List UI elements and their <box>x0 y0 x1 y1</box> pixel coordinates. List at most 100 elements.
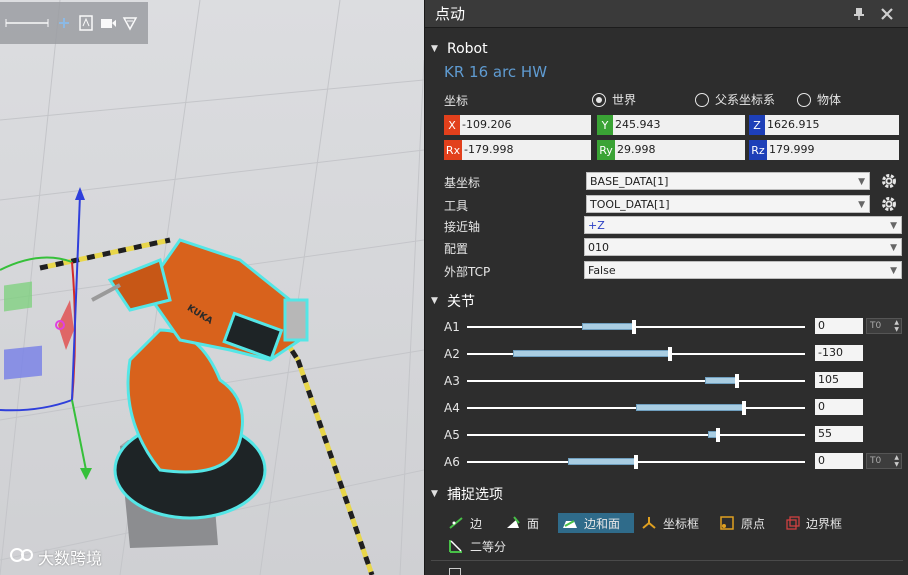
joint-slider-range <box>581 323 635 330</box>
snap-origin[interactable]: 原点 <box>715 513 769 533</box>
collapse-caret-icon: ▼ <box>431 296 438 306</box>
joint-slider-thumb[interactable] <box>667 347 672 361</box>
robot-model-name: KR 16 arc HW <box>444 63 548 81</box>
joint-slider-track[interactable] <box>467 380 805 382</box>
joint-slider-thumb[interactable] <box>735 374 740 388</box>
bounding-box-icon <box>784 515 800 531</box>
base-frame-select[interactable]: BASE_DATA[1] ▼ <box>586 172 870 190</box>
rz-field[interactable]: Rz 179.999 <box>749 140 899 160</box>
joint-label: A1 <box>444 320 460 334</box>
render-icon[interactable] <box>122 15 138 31</box>
snap-frame-label: 坐标框 <box>663 516 700 531</box>
joint-slider-thumb[interactable] <box>634 455 638 469</box>
approach-axis-select[interactable]: +Z ▼ <box>584 216 902 234</box>
snap-bounding-box[interactable]: 边界框 <box>780 513 846 533</box>
joint-slider-range <box>568 458 636 465</box>
joint-label: A5 <box>444 428 460 442</box>
viewport-toolbar <box>0 2 148 44</box>
close-icon[interactable] <box>876 3 898 25</box>
joint-slider-range <box>705 377 738 384</box>
joint-value-input[interactable]: 55 <box>815 426 863 442</box>
joint-slider-thumb[interactable] <box>632 320 637 334</box>
joint-value-input[interactable]: 105 <box>815 372 863 388</box>
z-value: 1626.915 <box>765 115 899 135</box>
joint-spin-label: T0 <box>870 321 882 331</box>
base-gear-icon[interactable] <box>879 171 899 191</box>
snap-edge-and-face[interactable]: 边和面 <box>558 513 634 533</box>
joints-section-header[interactable]: ▼ 关节 <box>425 290 908 312</box>
x-value: -109.206 <box>460 115 591 135</box>
spin-arrows-icon[interactable]: ▲ ▼ <box>894 454 899 468</box>
joint-value-input[interactable]: 0 <box>815 399 863 415</box>
x-field[interactable]: X -109.206 <box>444 115 591 135</box>
joint-value-input[interactable]: -130 <box>815 345 863 361</box>
base-frame-label: 基坐标 <box>444 176 481 190</box>
snap-bounding-box-label: 边界框 <box>806 516 843 531</box>
snap-origin-label: 原点 <box>741 516 766 531</box>
y-field[interactable]: Y 245.943 <box>597 115 745 135</box>
rx-field[interactable]: Rx -179.998 <box>444 140 591 160</box>
approach-axis-value: +Z <box>588 219 605 232</box>
checkbox-partial[interactable] <box>449 568 461 575</box>
frame-icon <box>641 515 657 531</box>
joint-value-input[interactable]: 0 <box>815 318 863 334</box>
joint-slider-thumb[interactable] <box>715 428 720 442</box>
snap-bisect[interactable]: 二等分 <box>444 536 510 556</box>
jog-panel: 点动 ▼ Robot KR 16 arc HW 坐标 世界 父系坐标系 物体 X… <box>424 0 908 575</box>
snap-section-title: 捕捉选项 <box>447 487 503 503</box>
radio-object-dot <box>797 92 811 107</box>
joint-slider-thumb[interactable] <box>742 401 747 415</box>
snap-face[interactable]: 面 <box>501 513 543 533</box>
snap-frame[interactable]: 坐标框 <box>637 513 703 533</box>
watermark-text: 大数跨境 <box>38 549 103 568</box>
plus-icon[interactable] <box>56 15 72 31</box>
bisect-icon <box>448 538 464 554</box>
ry-tag: Ry <box>597 140 615 160</box>
robot-arm <box>91 238 309 520</box>
robot-section-title: Robot <box>447 41 488 57</box>
external-tcp-select[interactable]: False ▼ <box>584 261 902 279</box>
config-value: 010 <box>588 241 609 254</box>
video-icon[interactable] <box>100 15 116 31</box>
robot-section-header[interactable]: ▼ Robot <box>425 38 908 60</box>
external-tcp-value: False <box>588 264 616 277</box>
rz-value: 179.999 <box>767 140 899 160</box>
joints-section-title: 关节 <box>447 294 475 310</box>
x-tag: X <box>444 115 460 135</box>
snap-section-header[interactable]: ▼ 捕捉选项 <box>425 483 908 505</box>
joint-slider-range <box>513 350 670 357</box>
tool-select[interactable]: TOOL_DATA[1] ▼ <box>586 195 870 213</box>
joint-spin-control[interactable]: T0 ▲ ▼ <box>866 318 902 334</box>
3d-viewport[interactable]: KUKA 大数跨境 <box>0 0 424 575</box>
face-icon <box>505 515 521 531</box>
radio-parent-frame[interactable]: 父系坐标系 <box>695 91 775 108</box>
robot-scene[interactable]: KUKA <box>0 0 424 575</box>
radio-object[interactable]: 物体 <box>797 91 841 108</box>
snap-edge-label: 边 <box>470 516 483 531</box>
radio-world[interactable]: 世界 <box>592 91 636 108</box>
radio-parent-frame-label: 父系坐标系 <box>715 93 776 107</box>
collapse-caret-icon: ▼ <box>431 44 438 54</box>
joint-label: A4 <box>444 401 460 415</box>
pdf-icon[interactable] <box>78 15 94 31</box>
watermark: 大数跨境 <box>8 545 102 569</box>
spin-arrows-icon[interactable]: ▲ ▼ <box>894 319 899 333</box>
joint-slider-track[interactable] <box>467 434 805 436</box>
y-tag: Y <box>597 115 613 135</box>
pin-icon[interactable] <box>848 3 870 25</box>
snap-bisect-label: 二等分 <box>470 539 507 554</box>
transform-gizmo <box>0 187 92 480</box>
ruler-icon[interactable] <box>4 15 50 31</box>
snap-face-label: 面 <box>527 516 540 531</box>
joint-value-input[interactable]: 0 <box>815 453 863 469</box>
approach-axis-label: 接近轴 <box>444 220 481 234</box>
tool-gear-icon[interactable] <box>879 194 899 214</box>
snap-edge[interactable]: 边 <box>444 513 486 533</box>
config-select[interactable]: 010 ▼ <box>584 238 902 256</box>
section-divider <box>431 560 903 561</box>
joint-spin-control[interactable]: T0 ▲ ▼ <box>866 453 902 469</box>
joint-label: A2 <box>444 347 460 361</box>
ry-field[interactable]: Ry 29.998 <box>597 140 745 160</box>
external-tcp-label: 外部TCP <box>444 265 491 279</box>
z-field[interactable]: Z 1626.915 <box>749 115 899 135</box>
